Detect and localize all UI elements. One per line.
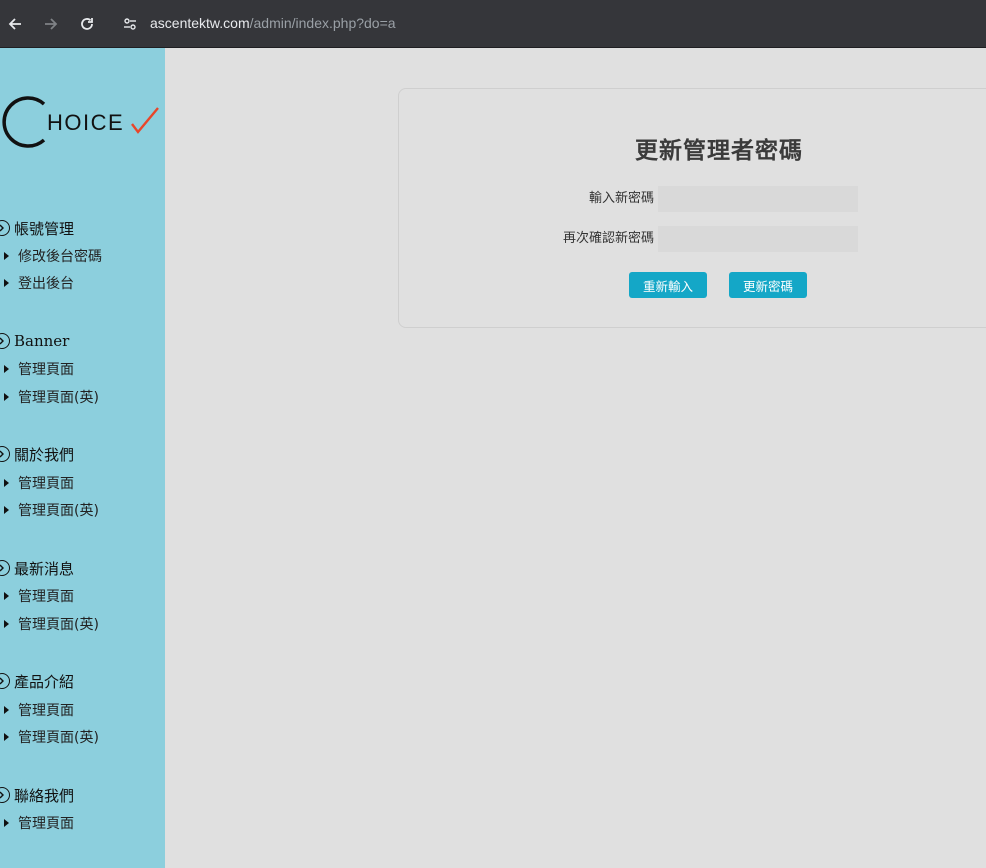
section-title: 帳號管理 (14, 219, 75, 238)
caret-right-icon (4, 506, 9, 514)
section-title: 最新消息 (14, 559, 75, 578)
chevron-circle-icon (0, 787, 10, 803)
sidebar-item-label: 管理頁面 (18, 703, 74, 719)
section-news[interactable]: 最新消息 (0, 557, 74, 579)
chevron-circle-icon (0, 446, 10, 462)
chevron-circle-icon (0, 673, 10, 689)
sidebar-item-label: 管理頁面(英) (18, 730, 99, 746)
confirm-password-input[interactable] (658, 226, 858, 252)
confirm-password-row: 再次確認新密碼 (399, 226, 986, 252)
new-password-label: 輸入新密碼 (588, 191, 654, 206)
section-title: 關於我們 (14, 445, 75, 464)
section-title: 聯絡我們 (14, 786, 75, 805)
chevron-circle-icon (0, 220, 10, 236)
caret-right-icon (4, 252, 9, 260)
sidebar-item-banner-manage-en[interactable]: 管理頁面(英) (4, 387, 99, 407)
sidebar-item-label: 管理頁面(英) (18, 390, 99, 406)
sidebar-item-about-manage-en[interactable]: 管理頁面(英) (4, 500, 99, 520)
section-about-us[interactable]: 關於我們 (0, 443, 74, 465)
sidebar-item-banner-manage[interactable]: 管理頁面 (4, 359, 74, 379)
update-password-panel: 更新管理者密碼 輸入新密碼 再次確認新密碼 重新輸入 更新密碼 (398, 88, 986, 328)
sidebar-item-label: 修改後台密碼 (18, 249, 102, 265)
url-path: /admin/index.php?do=a (249, 15, 396, 31)
sidebar-item-label: 管理頁面 (18, 362, 74, 378)
site-info-icon[interactable] (120, 14, 140, 34)
sidebar: HOICE 帳號管理 修改後台密碼 登出後台 Banner 管理頁面 管理頁面(… (0, 48, 165, 868)
sidebar-item-news-manage[interactable]: 管理頁面 (4, 586, 74, 606)
logo-text: HOICE (47, 110, 124, 135)
sidebar-item-products-manage-en[interactable]: 管理頁面(英) (4, 727, 99, 747)
caret-right-icon (4, 479, 9, 487)
section-contact[interactable]: 聯絡我們 (0, 784, 74, 806)
section-title: 產品介紹 (14, 672, 75, 691)
back-arrow-icon[interactable] (3, 12, 27, 36)
sidebar-item-label: 登出後台 (18, 276, 74, 292)
sidebar-item-label: 管理頁面 (18, 816, 74, 832)
new-password-row: 輸入新密碼 (399, 186, 986, 212)
sidebar-item-news-manage-en[interactable]: 管理頁面(英) (4, 614, 99, 634)
browser-toolbar: ascentektw.com/admin/index.php?do=a (0, 0, 986, 48)
chevron-circle-icon (0, 560, 10, 576)
chevron-circle-icon (0, 333, 10, 349)
update-password-button[interactable]: 更新密碼 (729, 272, 807, 298)
sidebar-item-contact-manage[interactable]: 管理頁面 (4, 813, 74, 833)
sidebar-item-products-manage[interactable]: 管理頁面 (4, 700, 74, 720)
new-password-input[interactable] (658, 186, 858, 212)
choice-logo[interactable]: HOICE (0, 94, 162, 150)
url-host: ascentektw.com (150, 15, 250, 31)
address-bar[interactable]: ascentektw.com/admin/index.php?do=a (150, 14, 396, 32)
reset-button[interactable]: 重新輸入 (629, 272, 707, 298)
section-account-management[interactable]: 帳號管理 (0, 217, 74, 239)
sidebar-item-label: 管理頁面 (18, 589, 74, 605)
sidebar-item-logout[interactable]: 登出後台 (4, 273, 74, 293)
sidebar-item-label: 管理頁面 (18, 476, 74, 492)
page-title: 更新管理者密碼 (635, 138, 803, 164)
caret-right-icon (4, 279, 9, 287)
caret-right-icon (4, 733, 9, 741)
forward-arrow-icon[interactable] (39, 12, 63, 36)
section-banner[interactable]: Banner (0, 330, 69, 352)
caret-right-icon (4, 706, 9, 714)
reload-icon[interactable] (75, 12, 99, 36)
sidebar-item-change-password[interactable]: 修改後台密碼 (4, 246, 102, 266)
sidebar-item-label: 管理頁面(英) (18, 503, 99, 519)
caret-right-icon (4, 365, 9, 373)
caret-right-icon (4, 620, 9, 628)
sidebar-item-label: 管理頁面(英) (18, 617, 99, 633)
section-title: Banner (14, 332, 70, 350)
confirm-password-label: 再次確認新密碼 (562, 231, 654, 246)
sidebar-item-about-manage[interactable]: 管理頁面 (4, 473, 74, 493)
section-products[interactable]: 產品介紹 (0, 670, 74, 692)
caret-right-icon (4, 819, 9, 827)
caret-right-icon (4, 393, 9, 401)
caret-right-icon (4, 592, 9, 600)
